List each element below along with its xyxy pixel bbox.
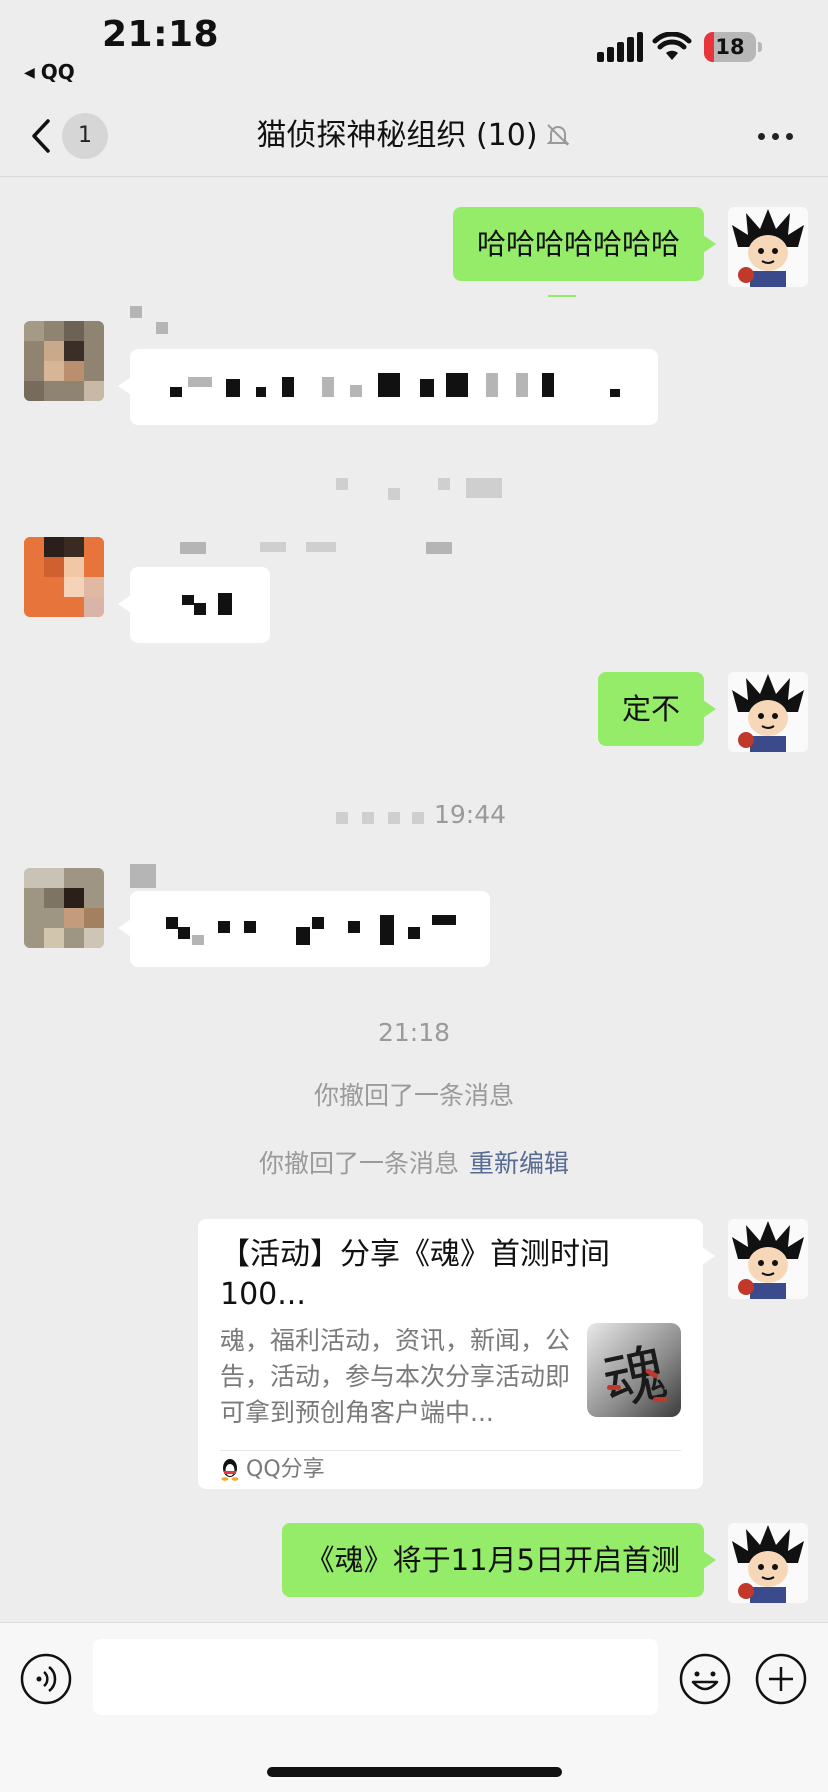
- recall-notice: 你撤回了一条消息: [313, 1081, 514, 1110]
- self-avatar[interactable]: [728, 672, 808, 752]
- sender-name-redacted: [180, 542, 206, 554]
- timestamp-redacted: [412, 812, 424, 824]
- chat-input-bar: [0, 1622, 828, 1792]
- chevron-left-icon[interactable]: [22, 111, 62, 161]
- message-bubble-redacted[interactable]: [118, 567, 270, 643]
- sender-name-redacted: [260, 542, 286, 552]
- qq-penguin-icon: [221, 1459, 239, 1481]
- message-bubble-self[interactable]: 定不: [597, 672, 717, 746]
- cellular-signal-icon: [597, 32, 643, 62]
- re-edit-link[interactable]: 重新编辑: [469, 1149, 569, 1178]
- emoji-icon[interactable]: [678, 1652, 732, 1706]
- back-app-label: QQ: [40, 60, 75, 84]
- timestamp-redacted: [336, 812, 348, 824]
- timestamp: 19:44: [434, 800, 507, 829]
- share-source-label: QQ分享: [246, 1457, 325, 1482]
- timestamp: 21:18: [377, 1018, 451, 1047]
- wifi-icon: [652, 32, 692, 60]
- share-card-thumbnail: 魂: [587, 1323, 681, 1417]
- timestamp-redacted: [388, 488, 400, 500]
- member-avatar-2[interactable]: [24, 537, 104, 617]
- back-triangle-icon: ◀: [24, 65, 35, 81]
- self-avatar[interactable]: [728, 1523, 808, 1603]
- chat-title: 猫侦探神秘组织 (10): [256, 118, 538, 153]
- share-card-description: 魂，福利活动，资讯，新闻，公告，活动，参与本次分享活动即可拿到预创角客户端中..…: [220, 1326, 571, 1427]
- share-card-divider: [220, 1450, 681, 1451]
- self-avatar[interactable]: [728, 207, 808, 287]
- battery-level: 18: [715, 35, 745, 59]
- share-card-source: QQ分享: [220, 1455, 325, 1485]
- chat-title-wrap: 猫侦探神秘组织 (10): [0, 95, 828, 177]
- ellipsis-icon[interactable]: [756, 131, 796, 143]
- cartoon-avatar-icon: [732, 674, 804, 752]
- message-bubble-redacted[interactable]: [118, 349, 658, 425]
- timestamp-redacted: [466, 478, 502, 498]
- cartoon-avatar-icon: [732, 209, 804, 287]
- message-bubble-self[interactable]: 《魂》将于11月5日开启首测: [281, 1523, 717, 1597]
- share-card[interactable]: 【活动】分享《魂》首测时间100... 魂，福利活动，资讯，新闻，公告，活动，参…: [198, 1219, 715, 1489]
- timestamp-redacted: [388, 812, 400, 824]
- timestamp-redacted: [362, 812, 374, 824]
- timestamp-redacted: [336, 478, 348, 490]
- recall-notice-text: 你撤回了一条消息: [258, 1149, 459, 1178]
- battery-icon: 18: [704, 32, 762, 62]
- sender-name-redacted: [130, 864, 156, 888]
- unread-badge[interactable]: 1: [62, 113, 108, 159]
- home-indicator[interactable]: [267, 1767, 562, 1777]
- self-avatar[interactable]: [728, 1219, 808, 1299]
- sender-name-redacted: [130, 306, 142, 318]
- chat-header: 猫侦探神秘组织 (10) 1: [0, 95, 828, 177]
- plus-icon[interactable]: [754, 1652, 808, 1706]
- sender-name-redacted: [306, 542, 336, 552]
- recall-notice-edit: 你撤回了一条消息 重新编辑: [0, 1146, 828, 1182]
- message-input[interactable]: [93, 1639, 658, 1715]
- thumbnail-calligraphy: 魂: [597, 1335, 674, 1417]
- voice-icon[interactable]: [20, 1653, 72, 1705]
- cartoon-avatar-icon: [732, 1525, 804, 1603]
- bell-off-icon: [546, 124, 569, 146]
- back-to-app[interactable]: ◀ QQ: [24, 60, 75, 84]
- sender-name-redacted: [426, 542, 452, 554]
- status-time: 21:18: [102, 14, 220, 55]
- timestamp-redacted: [438, 478, 450, 490]
- member-avatar-1[interactable]: [24, 321, 104, 401]
- member-avatar-3[interactable]: [24, 868, 104, 948]
- sender-name-redacted: [156, 322, 168, 334]
- status-bar: 21:18 ◀ QQ 18: [0, 0, 828, 95]
- message-bubble-self[interactable]: 哈哈哈哈哈哈哈: [452, 207, 717, 281]
- message-bubble-redacted[interactable]: [118, 891, 490, 967]
- cartoon-avatar-icon: [732, 1221, 804, 1299]
- share-card-title: 【活动】分享《魂》首测时间100...: [220, 1237, 610, 1312]
